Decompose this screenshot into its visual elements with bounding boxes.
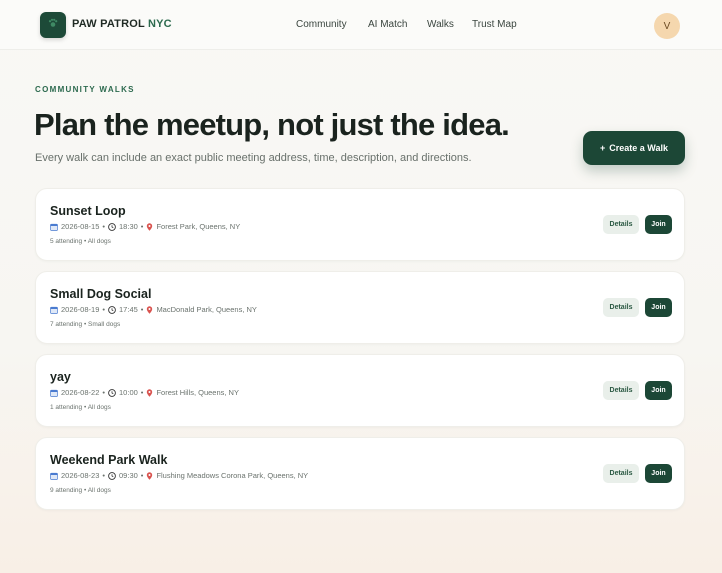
meta-separator: • <box>140 471 144 480</box>
meta-separator: • <box>140 222 144 231</box>
walk-location: Forest Hills, Queens, NY <box>156 388 239 397</box>
calendar-icon <box>50 223 58 231</box>
walk-title: Weekend Park Walk <box>50 453 168 467</box>
page-subtitle: Every walk can include an exact public m… <box>35 152 472 164</box>
meta-separator: • <box>102 388 106 397</box>
walk-location: Flushing Meadows Corona Park, Queens, NY <box>156 471 309 480</box>
walk-date: 2026-08-19 <box>61 305 100 314</box>
calendar-icon <box>50 389 58 397</box>
avatar[interactable]: V <box>654 13 680 39</box>
brand-main: PAW PATROL <box>72 18 145 30</box>
walk-location: MacDonald Park, Queens, NY <box>156 305 257 314</box>
meta-separator: • <box>102 222 106 231</box>
brand-accent: NYC <box>147 18 172 30</box>
clock-icon <box>108 388 116 397</box>
calendar-icon <box>50 472 58 480</box>
walk-card: Weekend Park Walk 2026-08-23 • 09:30 • F… <box>35 437 685 510</box>
top-nav: PAW PATROL NYC Community AI Match Walks … <box>0 0 722 50</box>
clock-icon <box>108 222 116 231</box>
calendar-icon <box>50 306 58 314</box>
join-button[interactable]: Join <box>645 381 672 400</box>
walk-time: 17:45 <box>119 305 138 314</box>
walk-attendance: 1 attending • All dogs <box>50 404 111 411</box>
walk-attendance: 5 attending • All dogs <box>50 238 111 245</box>
details-button[interactable]: Details <box>603 298 639 317</box>
meta-separator: • <box>102 471 106 480</box>
walk-attendance: 9 attending • All dogs <box>50 487 111 494</box>
details-button[interactable]: Details <box>603 381 639 400</box>
walk-date: 2026-08-23 <box>61 471 100 480</box>
nav-link-walks[interactable]: Walks <box>427 19 454 30</box>
join-button[interactable]: Join <box>645 215 672 234</box>
nav-link-ai-match[interactable]: AI Match <box>368 19 407 30</box>
walk-meta: 2026-08-23 • 09:30 • Flushing Meadows Co… <box>50 471 308 480</box>
join-button[interactable]: Join <box>645 464 672 483</box>
join-button[interactable]: Join <box>645 298 672 317</box>
create-walk-label: Create a Walk <box>609 143 668 153</box>
pin-icon <box>146 305 153 314</box>
paw-icon <box>47 16 59 34</box>
meta-separator: • <box>140 388 144 397</box>
walk-card: yay 2026-08-22 • 10:00 • Forest Hills, Q… <box>35 354 685 427</box>
plus-icon: + <box>600 143 606 153</box>
create-walk-button[interactable]: + Create a Walk <box>583 131 685 165</box>
walk-attendance: 7 attending • Small dogs <box>50 321 121 328</box>
pin-icon <box>146 471 153 480</box>
walk-meta: 2026-08-22 • 10:00 • Forest Hills, Queen… <box>50 388 239 397</box>
meta-separator: • <box>102 305 106 314</box>
walk-meta: 2026-08-15 • 18:30 • Forest Park, Queens… <box>50 222 240 231</box>
logo[interactable] <box>40 12 66 38</box>
brand-name[interactable]: PAW PATROL NYC <box>72 18 172 30</box>
walk-time: 10:00 <box>119 388 138 397</box>
details-button[interactable]: Details <box>603 464 639 483</box>
walk-card: Sunset Loop 2026-08-15 • 18:30 • Forest … <box>35 188 685 261</box>
walk-time: 09:30 <box>119 471 138 480</box>
meta-separator: • <box>140 305 144 314</box>
walk-date: 2026-08-22 <box>61 388 100 397</box>
pin-icon <box>146 222 153 231</box>
walk-title: yay <box>50 370 71 384</box>
walk-title: Small Dog Social <box>50 287 152 301</box>
nav-link-trust-map[interactable]: Trust Map <box>472 19 517 30</box>
walk-date: 2026-08-15 <box>61 222 100 231</box>
walk-card: Small Dog Social 2026-08-19 • 17:45 • Ma… <box>35 271 685 344</box>
clock-icon <box>108 471 116 480</box>
walk-title: Sunset Loop <box>50 204 126 218</box>
walk-location: Forest Park, Queens, NY <box>156 222 241 231</box>
details-button[interactable]: Details <box>603 215 639 234</box>
clock-icon <box>108 305 116 314</box>
walk-meta: 2026-08-19 • 17:45 • MacDonald Park, Que… <box>50 305 257 314</box>
walk-time: 18:30 <box>119 222 138 231</box>
nav-link-community[interactable]: Community <box>296 19 347 30</box>
pin-icon <box>146 388 153 397</box>
page-title: Plan the meetup, not just the idea. <box>34 107 510 142</box>
section-eyebrow: COMMUNITY WALKS <box>35 85 135 94</box>
